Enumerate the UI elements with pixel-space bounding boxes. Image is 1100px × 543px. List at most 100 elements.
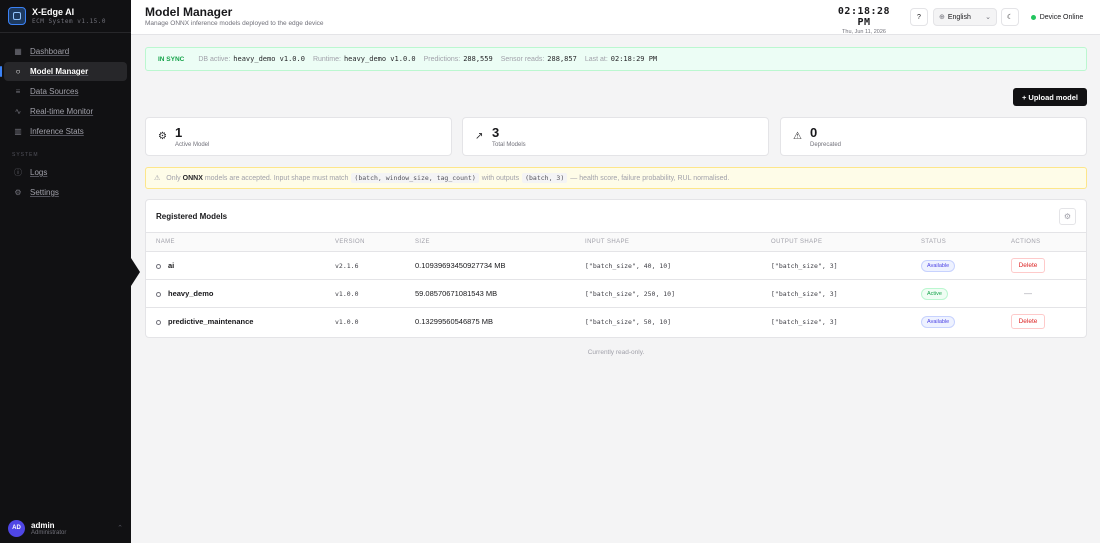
- sidebar-item-settings[interactable]: ⚙ Settings: [4, 183, 127, 202]
- model-input-shape: ["batch_size", 40, 10]: [575, 251, 761, 280]
- status-badge: Active: [921, 287, 948, 300]
- runtime-value: heavy_demo v1.0.0: [343, 55, 416, 63]
- stat-label: Deprecated: [810, 142, 842, 148]
- notice-output-shape: (batch, 3): [522, 173, 568, 183]
- stat-card-deprecated: ⚠ 0 Deprecated: [780, 117, 1087, 156]
- stat-card-total: ↗ 3 Total Models: [462, 117, 769, 156]
- notice-text: Only: [166, 174, 181, 182]
- stat-label: Active Model: [175, 142, 210, 148]
- sidebar-item-dashboard[interactable]: ▦ Dashboard: [4, 42, 127, 61]
- sidebar-nav: ▦ Dashboard ○ Model Manager ≡ Data Sourc…: [0, 33, 131, 211]
- clock-time: 02:18:28 PM: [837, 6, 891, 28]
- model-icon: [156, 291, 161, 297]
- help-icon: ?: [917, 13, 921, 21]
- model-size: 0.10939693450927734 MB: [405, 251, 575, 280]
- sidebar-item-inference-stats[interactable]: ▥ Inference Stats: [4, 122, 127, 141]
- sensor-reads-label: Sensor reads:: [500, 56, 545, 63]
- sidebar: X-Edge AI ECM System v1.15.0 ▦ Dashboard…: [0, 0, 131, 543]
- sidebar-item-realtime-monitor[interactable]: ∿ Real-time Monitor: [4, 102, 127, 121]
- activity-icon: ∿: [14, 107, 22, 116]
- help-button[interactable]: ?: [910, 8, 928, 26]
- sensor-reads-value: 288,857: [547, 55, 577, 63]
- upload-model-button[interactable]: + Upload model: [1013, 88, 1087, 106]
- model-output-shape: ["batch_size", 3]: [771, 317, 838, 326]
- predictions-label: Predictions:: [423, 56, 461, 63]
- column-header: VERSION: [325, 232, 405, 252]
- model-version: v2.1.6: [325, 251, 405, 280]
- predictions-value: 288,559: [463, 55, 493, 63]
- model-input-shape: ["batch_size", 50, 10]: [585, 317, 672, 326]
- table-row: heavy_demo v1.0.0 59.08570671081543 MB […: [146, 279, 1086, 308]
- sidebar-item-label: Data Sources: [30, 87, 79, 96]
- table-header-row: NAME VERSION SIZE INPUT SHAPE OUTPUT SHA…: [146, 232, 1086, 252]
- info-icon: ⓘ: [14, 168, 22, 177]
- sidebar-item-label: Real-time Monitor: [30, 107, 94, 116]
- sidebar-item-data-sources[interactable]: ≡ Data Sources: [4, 82, 127, 101]
- table-title: Registered Models: [156, 212, 228, 221]
- table-settings-button[interactable]: ⚙: [1059, 208, 1076, 225]
- grid-icon: ▦: [14, 47, 22, 56]
- clock: 02:18:28 PM Thu, Jun 11, 2026: [831, 6, 897, 35]
- model-size: 59.08570671081543 MB: [405, 279, 575, 308]
- delete-button[interactable]: Delete: [1011, 258, 1045, 273]
- column-header: INPUT SHAPE: [575, 232, 761, 252]
- bar-chart-icon: ▥: [14, 127, 22, 136]
- model-version: v1.0.0: [335, 317, 359, 326]
- main-content: IN SYNC DB active: heavy_demo v1.0.0 Runt…: [131, 35, 1100, 543]
- gear-icon: ⚙: [14, 188, 22, 197]
- stat-label: Total Models: [492, 142, 526, 148]
- notice-format: ONNX: [182, 174, 203, 182]
- notice-text: with outputs: [481, 174, 520, 182]
- globe-icon: ⊕: [939, 14, 945, 21]
- db-active-value: heavy_demo v1.0.0: [233, 55, 305, 63]
- db-active-label: DB active:: [198, 56, 231, 63]
- last-at-label: Last at:: [584, 56, 608, 63]
- language-select[interactable]: ⊕ English ⌄: [933, 8, 997, 26]
- model-name: ai: [168, 261, 175, 270]
- column-header: ACTIONS: [1001, 232, 1086, 252]
- table-row: predictive_maintenance v1.0.0 0.13299560…: [146, 308, 1086, 336]
- avatar: AD: [8, 519, 25, 537]
- models-table-card: Registered Models ⚙ NAME VERSION SIZE IN…: [145, 199, 1087, 338]
- model-input-shape: ["batch_size", 250, 10]: [575, 279, 761, 308]
- sidebar-item-label: Inference Stats: [30, 127, 84, 136]
- delete-button[interactable]: Delete: [1011, 314, 1045, 330]
- runtime-label: Runtime:: [312, 56, 341, 63]
- device-status-label: Device Online: [1039, 13, 1084, 21]
- moon-icon: ☾: [1006, 14, 1014, 21]
- column-header: NAME: [146, 232, 325, 252]
- brand-subtitle: ECM System v1.15.0: [32, 18, 107, 25]
- column-header: OUTPUT SHAPE: [761, 232, 911, 252]
- user-name: admin: [31, 520, 55, 530]
- sidebar-item-label: Dashboard: [30, 47, 70, 56]
- gear-icon: ⚙: [158, 131, 167, 142]
- header: Model Manager Manage ONNX inference mode…: [131, 0, 1100, 35]
- sync-badge: IN SYNC: [158, 55, 185, 63]
- notice-text: — health score, failure probability, RUL…: [570, 174, 730, 182]
- notice-input-shape: (batch, window_size, tag_count): [351, 173, 479, 183]
- models-table: NAME VERSION SIZE INPUT SHAPE OUTPUT SHA…: [146, 232, 1086, 336]
- stat-value: 3: [492, 125, 500, 140]
- read-only-note: Currently read-only.: [587, 349, 645, 356]
- theme-toggle-button[interactable]: ☾: [1001, 8, 1019, 26]
- sidebar-section-label: SYSTEM: [12, 152, 39, 158]
- status-badge: Available: [921, 259, 956, 272]
- device-status: Device Online: [1025, 8, 1089, 26]
- sidebar-item-logs[interactable]: ⓘ Logs: [4, 163, 127, 182]
- brand[interactable]: X-Edge AI ECM System v1.15.0: [0, 0, 131, 33]
- sidebar-item-model-manager[interactable]: ○ Model Manager: [0, 62, 127, 81]
- user-menu[interactable]: AD admin Administrator ⌃: [0, 513, 131, 543]
- brand-title: X-Edge AI: [32, 7, 75, 17]
- table-row: ai v2.1.6 0.10939693450927734 MB ["batch…: [146, 251, 1086, 280]
- onnx-notice: ⚠ Only ONNX models are accepted. Input s…: [145, 167, 1087, 189]
- stat-card-active: ⚙ 1 Active Model: [145, 117, 452, 156]
- model-icon: [156, 319, 161, 325]
- model-version: v1.0.0: [325, 279, 405, 308]
- status-dot: [1030, 14, 1036, 20]
- model-icon: [156, 263, 161, 269]
- page-title: Model Manager: [145, 5, 233, 19]
- model-output-shape: ["batch_size", 3]: [761, 279, 911, 308]
- chevron-down-icon: ⌄: [985, 14, 991, 21]
- chip-icon: [8, 7, 26, 25]
- sidebar-item-label: Model Manager: [30, 67, 89, 76]
